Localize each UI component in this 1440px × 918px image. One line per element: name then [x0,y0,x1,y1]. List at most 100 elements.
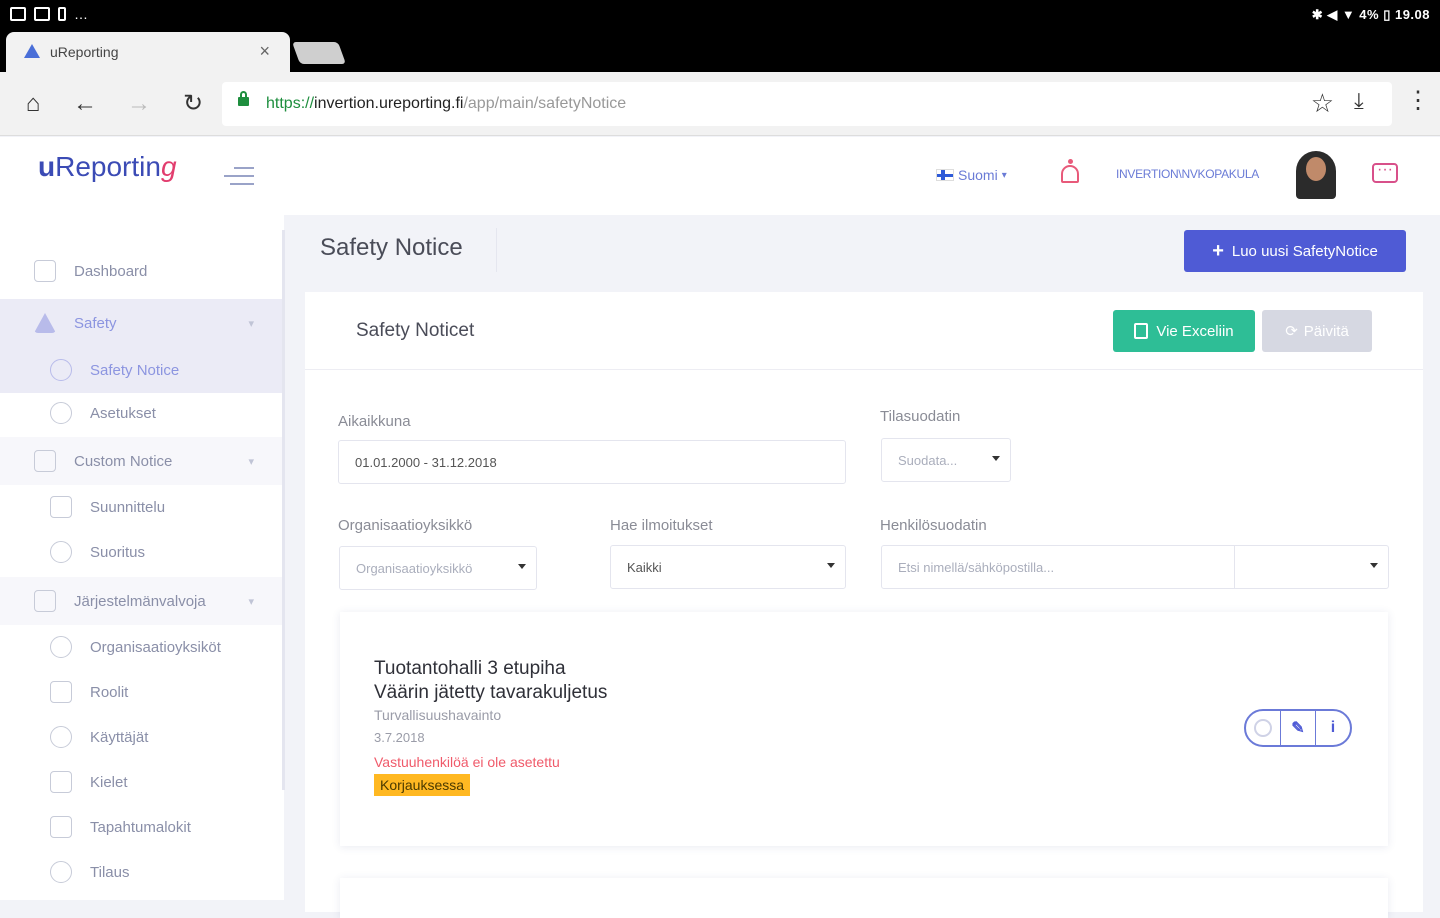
sidebar-item-dashboard[interactable]: Dashboard [0,249,284,293]
browser-menu-icon[interactable]: ⋮ [1406,86,1430,115]
dashboard-icon [34,260,56,282]
chevron-down-icon: ▾ [1001,169,1007,181]
refresh-button[interactable]: ⟳ Päivitä [1262,310,1372,352]
logo-u: u [38,151,56,182]
sidebar-item-asetukset[interactable]: Asetukset [0,391,284,435]
notice-title: Väärin jätetty tavarakuljetus [374,682,608,703]
sidebar-item-organisaatioyksikot[interactable]: Organisaatioyksiköt [0,625,284,669]
plus-icon: + [1212,239,1224,262]
status-filter-placeholder: Suodata... [898,452,958,468]
search-notices-label: Hae ilmoitukset [610,517,713,534]
sidebar-item-label: Kielet [90,773,128,791]
view-button[interactable] [1246,711,1281,745]
caret-down-icon [992,456,1000,461]
browser-toolbar: ⌂ ← → ↻ https://invertion.ureporting.fi/… [0,72,1440,136]
chevron-down-icon: ▾ [248,595,254,608]
notice-location: Tuotantohalli 3 etupiha [374,658,566,679]
list-icon [34,450,56,472]
logo-g: g [160,151,177,182]
browser-tab[interactable]: uReporting × [6,32,290,72]
refresh-icon: ⟳ [1285,323,1298,340]
search-notices-select[interactable]: Kaikki [610,545,846,589]
username[interactable]: INVERTION\NVKOPAKULA [1116,167,1259,181]
ureporting-logo[interactable]: uReporting [38,151,177,183]
warning-triangle-icon [34,313,56,333]
sidebar-item-safety-notice[interactable]: Safety Notice [0,347,284,393]
bookmark-star-icon[interactable]: ☆ [1311,88,1334,119]
admin-icon [34,590,56,612]
sidebar-item-label: Tilaus [90,863,130,881]
sidebar-item-label: Suunnittelu [90,498,166,516]
sidebar-item-label: Asetukset [90,404,156,422]
settings-icon [50,541,72,563]
new-button-label: Luo uusi SafetyNotice [1231,242,1378,260]
back-icon[interactable]: ← [70,90,100,118]
sidebar-item-suoritus[interactable]: Suoritus [0,530,284,574]
status-filter-label: Tilasuodatin [880,408,961,425]
url-host: invertion.ureporting.fi [314,95,464,112]
notification-icons: … [10,6,89,22]
notice-type: Turvallisuushavainto [374,707,502,723]
info-button[interactable]: i [1316,711,1350,745]
notice-icon [50,359,72,381]
sidebar-item-tilaus[interactable]: Tilaus [0,850,284,894]
download-icon[interactable]: ⤓ [1354,88,1364,114]
edit-document-icon [50,496,72,518]
info-icon: i [1330,719,1336,736]
new-safety-notice-button[interactable]: + Luo uusi SafetyNotice [1184,230,1406,272]
close-tab-icon[interactable]: × [259,41,270,62]
edit-button[interactable]: ✎ [1281,711,1316,745]
sidebar-item-jarjestelmanvalvoja[interactable]: Järjestelmänvalvoja ▾ [0,577,284,625]
url-path: /app/main/safetyNotice [463,95,627,112]
reload-icon[interactable]: ↻ [178,90,208,118]
chat-icon[interactable] [1372,161,1398,183]
app-header: uReporting Suomi ▾ INVERTION\NVKOPAKULA [0,137,1440,215]
person-filter-placeholder: Etsi nimellä/sähköpostilla... [898,559,1055,575]
home-icon[interactable]: ⌂ [18,90,48,118]
sidebar-item-kayttajat[interactable]: Käyttäjät [0,715,284,759]
tab-title: uReporting [50,44,119,60]
time-window-value: 01.01.2000 - 31.12.2018 [355,454,497,470]
card-title: Safety Noticet [356,320,475,341]
time-window-input[interactable]: 01.01.2000 - 31.12.2018 [338,440,846,484]
mail-icon [34,7,50,21]
sidebar-item-suunnittelu[interactable]: Suunnittelu [0,485,284,529]
sidebar-item-label: Järjestelmänvalvoja [74,592,206,610]
sidebar-item-kielet[interactable]: Kielet [0,760,284,804]
notification-bell-icon[interactable] [1058,159,1084,189]
caret-down-icon [518,564,526,569]
more-notifications-icon: … [74,6,89,22]
person-filter-label: Henkilösuodatin [880,517,987,534]
notice-actions: ✎ i [1244,709,1352,747]
favicon-icon [24,44,40,58]
sidebar-scrollbar[interactable] [282,230,285,790]
avatar[interactable] [1296,151,1336,199]
refresh-button-label: Päivitä [1303,322,1349,340]
url-text[interactable]: https://invertion.ureporting.fi/app/main… [266,95,626,113]
page-title: Safety Notice [320,234,463,261]
browser-tab-bar: uReporting × [0,30,1440,72]
status-filter-select[interactable]: Suodata... [881,438,1011,482]
menu-toggle-icon[interactable] [224,167,254,191]
caret-down-icon [827,563,835,568]
new-tab-button[interactable] [291,42,347,64]
url-bar[interactable]: https://invertion.ureporting.fi/app/main… [222,82,1392,126]
sidebar-item-safety[interactable]: Safety ▾ [0,299,284,347]
safety-notice-item[interactable]: Tuotantohalli 3 etupiha Väärin jätetty t… [340,612,1388,846]
status-right-info: ✱ ◀ ▼ 4% ▯ 19.08 [1311,7,1430,22]
sidebar: Dashboard Safety ▾ Safety Notice Asetuks… [0,215,284,900]
sidebar-item-custom-notice[interactable]: Custom Notice ▾ [0,437,284,485]
language-selector[interactable]: Suomi ▾ [936,167,1007,183]
battery-saver-icon [58,7,66,21]
excel-icon [1134,323,1149,339]
org-unit-select[interactable]: Organisaatioyksikkö [339,546,537,590]
settings-icon [50,402,72,424]
lock-icon [238,91,249,106]
sidebar-item-roolit[interactable]: Roolit [0,670,284,714]
person-filter-input[interactable]: Etsi nimellä/sähköpostilla... [881,545,1389,589]
safety-notice-item[interactable] [340,878,1388,918]
sidebar-item-tapahtumalokit[interactable]: Tapahtumalokit [0,805,284,849]
export-excel-button[interactable]: Vie Exceliin [1113,310,1255,352]
gallery-icon [10,7,26,21]
forward-icon[interactable]: → [124,90,154,118]
